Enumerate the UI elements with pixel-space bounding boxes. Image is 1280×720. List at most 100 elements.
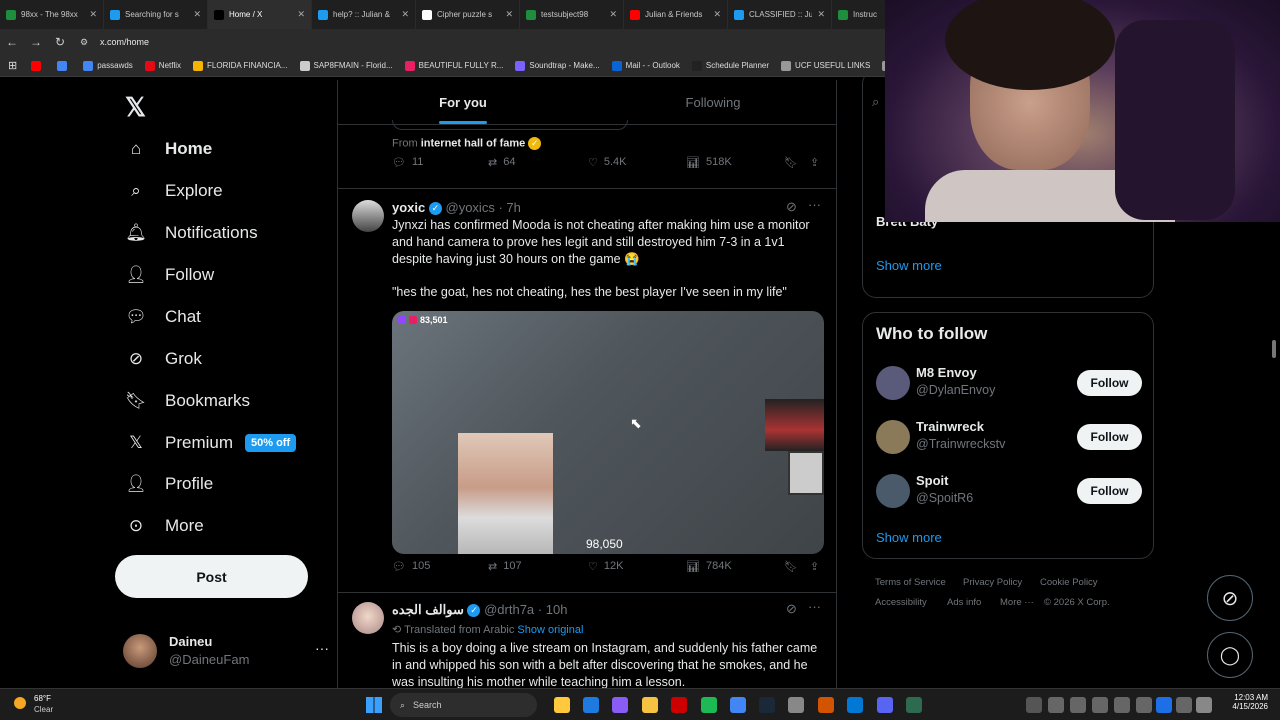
close-icon[interactable]: ✕ [609,9,617,20]
tab-for-you[interactable]: For you [338,80,588,124]
app-icon[interactable] [1176,697,1192,713]
sidebar-item-home[interactable]: ⌂ Home [125,138,212,160]
sidebar-item-grok[interactable]: ⊘ Grok [125,348,202,370]
app-icon[interactable] [1070,697,1086,713]
file-explorer-icon[interactable] [554,697,570,713]
bookmark-item[interactable]: Schedule Planner [691,60,769,71]
avatar[interactable] [352,602,384,634]
folder-icon[interactable] [642,697,658,713]
footer-link[interactable]: Cookie Policy [1040,577,1098,588]
steam-icon[interactable] [759,697,775,713]
close-icon[interactable]: ✕ [89,9,97,20]
bookmark-button[interactable]: 🔖︎ [784,156,798,169]
who-to-follow-item[interactable]: Trainwreck @Trainwreckstv Follow [876,417,1142,457]
reply-button[interactable]: 💬︎ 105 [392,560,430,573]
bookmark-button[interactable]: 🔖︎ [784,560,798,573]
browser-tab[interactable]: Cipher puzzle s ✕ [416,0,520,29]
footer-link[interactable]: Accessibility [875,597,927,608]
sidebar-item-bookmarks[interactable]: 🔖︎ Bookmarks [125,390,250,412]
app-icon[interactable] [1136,697,1152,713]
repost-button[interactable]: ⇄ 107 [488,560,522,573]
sidebar-item-premium[interactable]: 𝕏 Premium 50% off [125,432,297,454]
author-name[interactable]: سوالف الجده [392,602,464,617]
footer-link[interactable]: Privacy Policy [963,577,1022,588]
post-button[interactable]: Post [115,555,308,598]
sidebar-item-follow[interactable]: 👤︎ Follow [125,264,214,286]
taskbar-search[interactable]: ⌕ Search [390,693,537,717]
close-icon[interactable]: ✕ [297,9,305,20]
browser-tab[interactable]: CLASSIFIED :: Ju ✕ [728,0,832,29]
store-icon[interactable] [583,697,599,713]
show-original-link[interactable]: Show original [517,624,583,636]
discord-icon[interactable] [877,697,893,713]
bookmark-item[interactable]: passawds [83,60,133,71]
like-button[interactable]: ♡ 12K [588,560,623,573]
close-icon[interactable]: ✕ [193,9,201,20]
close-icon[interactable]: ✕ [817,9,825,20]
browser-tab[interactable]: help? :: Julian & ✕ [312,0,416,29]
author-name[interactable]: yoxic [392,200,425,215]
account-handle[interactable]: @Trainwreckstv [916,437,1005,451]
app-icon[interactable] [847,697,863,713]
app-icon[interactable] [1048,697,1064,713]
post-time[interactable]: · 7h [498,200,520,215]
apps-grid-icon[interactable]: ⊞ [8,59,17,72]
spotify-icon[interactable] [701,697,717,713]
avatar[interactable] [876,366,910,400]
bookmark-item[interactable]: UCF USEFUL LINKS [781,60,870,71]
bookmark-item[interactable]: SAP8FMAIN - Florid... [299,60,393,71]
bookmark-item[interactable]: Mail - - Outlook [611,60,680,71]
repost-button[interactable]: ⇄ 64 [488,156,515,169]
wifi-icon[interactable] [1196,697,1212,713]
app-icon[interactable] [1114,697,1130,713]
browser-tab[interactable]: Julian & Friends ✕ [624,0,728,29]
app-icon[interactable] [818,697,834,713]
follow-button[interactable]: Follow [1077,478,1142,504]
x-logo-icon[interactable]: 𝕏 [125,92,146,123]
footer-link[interactable]: Ads info [947,597,981,608]
footer-link[interactable]: More ··· [1000,597,1034,608]
account-handle[interactable]: @DylanEnvoy [916,383,995,397]
browser-tab[interactable]: Searching for s ✕ [104,0,208,29]
account-name[interactable]: Spoit [916,473,949,488]
account-switcher[interactable]: Daineu @DaineuFam ··· [123,632,329,672]
bookmark-item[interactable] [31,60,45,71]
who-to-follow-item[interactable]: Spoit @SpoitR6 Follow [876,471,1142,511]
url-field[interactable]: x.com/home [100,37,149,47]
reply-button[interactable]: 💬︎ 11 [392,156,423,169]
browser-tab[interactable]: Home / X ✕ [208,0,312,29]
footer-link[interactable]: Terms of Service [875,577,946,588]
bookmark-item[interactable]: Netflix [144,60,181,71]
browser-tab[interactable]: testsubject98 ✕ [520,0,624,29]
bluetooth-icon[interactable] [1156,697,1172,713]
sidebar-item-profile[interactable]: 👤︎ Profile [125,473,213,495]
more-dots-icon[interactable]: ··· [315,640,329,656]
clock[interactable]: 12:03 AM 4/15/2026 [1224,693,1268,711]
more-dots-icon[interactable]: ··· [808,197,821,212]
bookmark-item[interactable] [57,60,71,71]
browser-tab[interactable]: 98xx - The 98xx ✕ [0,0,104,29]
account-handle[interactable]: @SpoitR6 [916,491,973,505]
video-player[interactable]: 83,501 98,050 ⬉ [392,311,824,554]
scrollbar[interactable] [1272,340,1276,358]
author-handle[interactable]: @yoxics [446,200,495,215]
share-button[interactable]: ⇪ [810,156,819,169]
forward-icon[interactable]: → [24,35,48,49]
tab-following[interactable]: Following [588,80,836,124]
bookmark-item[interactable]: FLORIDA FINANCIA... [193,60,288,71]
close-icon[interactable]: ✕ [401,9,409,20]
bookmark-item[interactable]: BEAUTIFUL FULLY R... [404,60,503,71]
back-icon[interactable]: ← [0,35,24,49]
who-to-follow-item[interactable]: M8 Envoy @DylanEnvoy Follow [876,363,1142,403]
account-name[interactable]: M8 Envoy [916,365,977,380]
messages-fab[interactable]: ◯ [1207,632,1253,678]
reload-icon[interactable]: ↻ [48,35,72,49]
terminal-icon[interactable] [906,697,922,713]
copilot-icon[interactable] [612,697,628,713]
follow-button[interactable]: Follow [1077,424,1142,450]
avatar[interactable] [876,420,910,454]
grok-fab[interactable]: ⊘ [1207,575,1253,621]
more-dots-icon[interactable]: ··· [808,599,821,614]
author-handle[interactable]: @drth7a [484,602,534,617]
sidebar-item-more[interactable]: ⊙ More [125,515,204,537]
